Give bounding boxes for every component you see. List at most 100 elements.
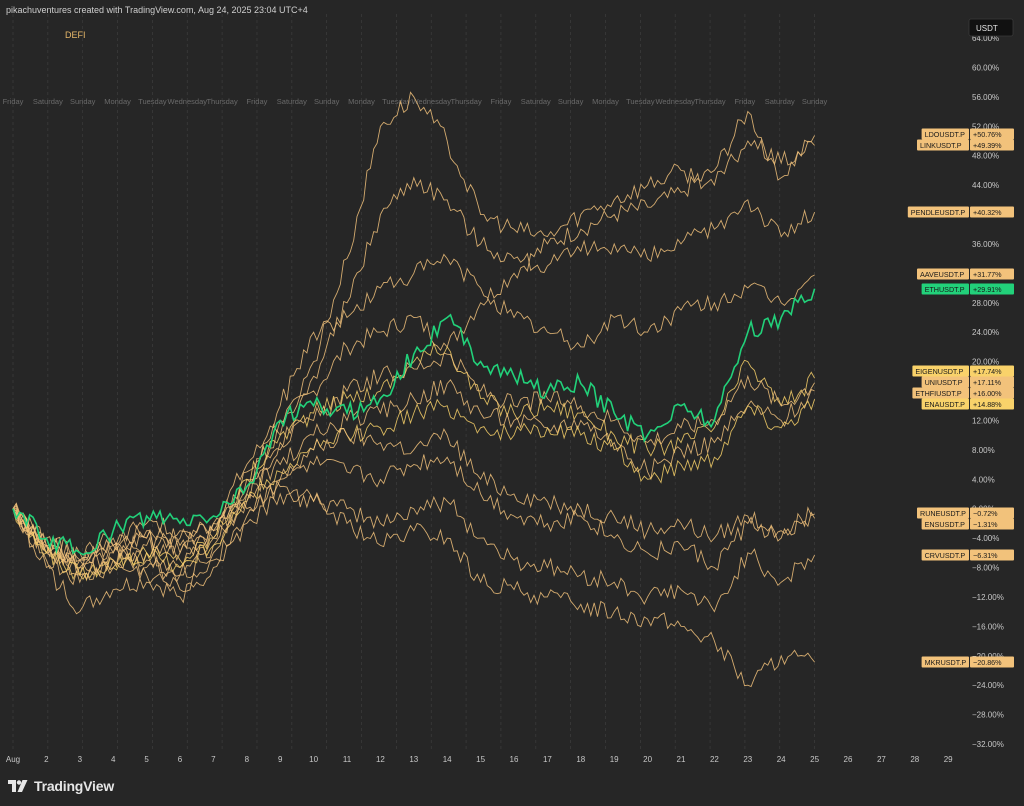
x-tick-label: 14 — [443, 755, 452, 764]
y-tick-label: 36.00% — [972, 240, 999, 249]
weekday-label: Friday — [3, 97, 24, 106]
end-label-name: ETHFIUSDT.P — [915, 389, 962, 398]
y-tick-label: 44.00% — [972, 181, 999, 190]
weekday-label: Sunday — [802, 97, 828, 106]
x-axis: Aug 2 3 4 5 6 7 8 9 10 11 12 13 14 15 16 17 18 19 20 21 22 23 2… — [6, 755, 953, 764]
x-tick-label: 13 — [409, 755, 418, 764]
x-tick-label: 6 — [178, 755, 183, 764]
line-chart[interactable]: Friday Saturday Sunday Monday Tuesday Wednesd… — [0, 0, 1024, 806]
x-tick-label: 12 — [376, 755, 385, 764]
series-line-runeusdt-p — [12, 427, 815, 562]
x-tick-label: 28 — [910, 755, 919, 764]
end-label-value: +40.32% — [973, 208, 1002, 217]
weekday-label: Saturday — [277, 97, 307, 106]
weekday-label: Saturday — [765, 97, 795, 106]
y-tick-label: 20.00% — [972, 358, 999, 367]
y-tick-label: −28.00% — [972, 711, 1004, 720]
x-tick-label: 15 — [476, 755, 485, 764]
weekday-label: Friday — [734, 97, 755, 106]
y-tick-label: −12.00% — [972, 593, 1004, 602]
brand-name: TradingView — [34, 778, 115, 794]
x-tick-label: 8 — [245, 755, 250, 764]
y-tick-label: −32.00% — [972, 740, 1004, 749]
weekday-label: Monday — [348, 97, 375, 106]
grid-lines — [12, 14, 815, 752]
x-tick-label: 23 — [743, 755, 752, 764]
weekday-label: Saturday — [33, 97, 63, 106]
series-line-pendleusdt-p — [12, 176, 816, 572]
x-tick-label: 24 — [777, 755, 786, 764]
weekday-label: Sunday — [314, 97, 340, 106]
x-tick-label: 20 — [643, 755, 652, 764]
end-label-name: LINKUSDT.P — [920, 141, 962, 150]
end-label-name: RUNEUSDT.P — [920, 509, 966, 518]
y-tick-label: −24.00% — [972, 681, 1004, 690]
end-label-name: EIGENUSDT.P — [915, 367, 963, 376]
series-line-crvusdt-p — [12, 489, 816, 615]
weekday-label: Friday — [491, 97, 512, 106]
x-tick-label: 2 — [44, 755, 49, 764]
end-label-value: +49.39% — [973, 141, 1002, 150]
x-tick-label: 22 — [710, 755, 719, 764]
y-tick-label: 48.00% — [972, 152, 999, 161]
y-tick-label: −16.00% — [972, 622, 1004, 631]
end-label-value: +16.00% — [973, 389, 1002, 398]
series-lines — [12, 91, 816, 688]
x-tick-label: 10 — [309, 755, 318, 764]
end-label-name: ENSUSDT.P — [925, 520, 966, 529]
weekday-label: Thursday — [206, 97, 238, 106]
end-label-value: +29.91% — [973, 285, 1002, 294]
y-tick-label: 60.00% — [972, 63, 999, 72]
x-tick-label: 26 — [844, 755, 853, 764]
x-tick-label: 27 — [877, 755, 886, 764]
end-label-value: −6.31% — [973, 551, 998, 560]
end-label-value: +17.11% — [973, 378, 1002, 387]
currency-badge[interactable]: USDT — [968, 18, 1014, 37]
weekday-label: Thursday — [450, 97, 482, 106]
end-label-name: LDOUSDT.P — [925, 130, 966, 139]
y-tick-label: 28.00% — [972, 299, 999, 308]
x-tick-label: 25 — [810, 755, 819, 764]
x-tick-label: Aug — [6, 755, 20, 764]
series-line-linkusdt-p — [12, 91, 815, 570]
end-label-name: UNIUSDT.P — [925, 378, 963, 387]
end-label-value: −20.86% — [973, 658, 1002, 667]
x-tick-label: 3 — [78, 755, 83, 764]
end-label-name: MKRUSDT.P — [925, 658, 967, 667]
weekday-label: Monday — [592, 97, 619, 106]
x-tick-label: 11 — [343, 755, 352, 764]
x-tick-label: 4 — [111, 755, 116, 764]
end-label-name: CRVUSDT.P — [925, 551, 966, 560]
x-tick-label: 17 — [543, 755, 552, 764]
series-line-uniusdt-p — [12, 352, 815, 579]
x-tick-label: 29 — [944, 755, 953, 764]
end-label-name: AAVEUSDT.P — [920, 270, 964, 279]
y-tick-label: −8.00% — [972, 564, 999, 573]
weekday-label: Thursday — [694, 97, 726, 106]
x-tick-label: 5 — [144, 755, 149, 764]
weekday-label: Friday — [247, 97, 268, 106]
y-tick-label: 8.00% — [972, 446, 995, 455]
x-tick-label: 21 — [677, 755, 686, 764]
series-line-ethfiusdt-p — [12, 379, 815, 564]
end-label-name: PENDLEUSDT.P — [911, 208, 966, 217]
x-tick-label: 19 — [610, 755, 619, 764]
tradingview-brand[interactable]: TradingView — [8, 778, 114, 794]
end-label-name: ENAUSDT.P — [925, 400, 966, 409]
x-tick-label: 9 — [278, 755, 283, 764]
end-label-value: +50.76% — [973, 130, 1002, 139]
weekday-label: Tuesday — [626, 97, 655, 106]
weekday-label: Monday — [104, 97, 131, 106]
end-label-value: −1.31% — [973, 520, 998, 529]
weekday-label: Tuesday — [138, 97, 167, 106]
tradingview-logo-icon — [8, 780, 28, 792]
y-tick-label: 12.00% — [972, 416, 999, 425]
weekday-label: Wednesday — [655, 97, 695, 106]
series-line-mkrusdt-p — [12, 479, 815, 688]
y-tick-label: 4.00% — [972, 475, 995, 484]
end-label-value: −0.72% — [973, 509, 998, 518]
x-tick-label: 16 — [510, 755, 519, 764]
end-label-value: +14.88% — [973, 400, 1002, 409]
x-tick-label: 7 — [211, 755, 216, 764]
series-end-labels: LDOUSDT.P +50.76% LINKUSDT.P +49.39% PENDLEU… — [907, 128, 1014, 668]
